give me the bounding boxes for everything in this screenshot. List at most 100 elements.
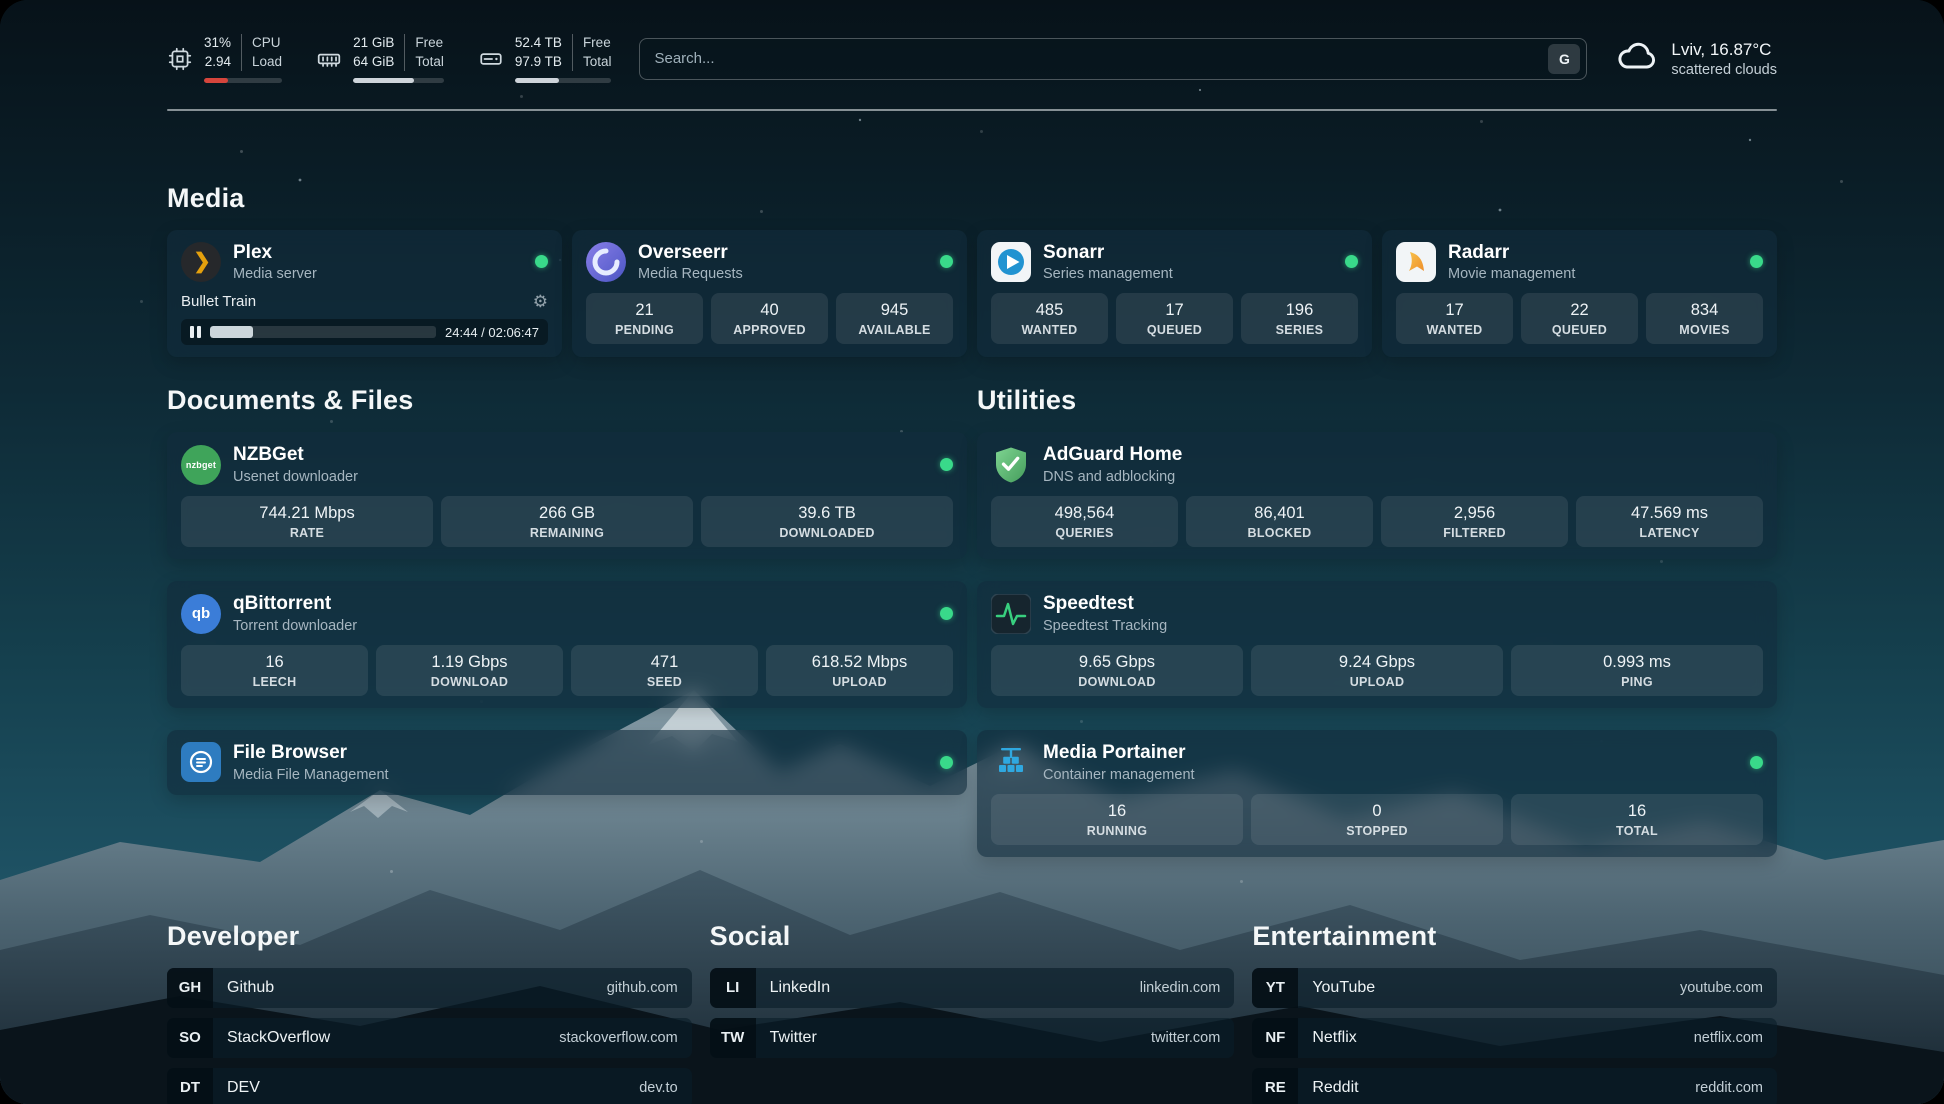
cpu-percent-label: CPU [252, 34, 281, 52]
section-title-social: Social [710, 921, 1235, 952]
stat-label: RATE [185, 526, 429, 540]
stat-label: TOTAL [1515, 824, 1759, 838]
stat-value: 17 [1400, 301, 1509, 320]
linkedin-icon: LI [710, 968, 756, 1008]
bookmark-name: Netflix [1312, 1029, 1356, 1047]
search-bar[interactable]: G [639, 38, 1587, 80]
search-engine-button[interactable]: G [1548, 44, 1580, 74]
stat-label: WANTED [995, 323, 1104, 337]
bookmark-youtube[interactable]: YT YouTube youtube.com [1252, 968, 1777, 1008]
app-description: Movie management [1448, 266, 1575, 282]
app-card-plex[interactable]: ❯ Plex Media server Bullet Train ⚙ [167, 230, 562, 358]
stat-value: 945 [840, 301, 949, 320]
sonarr-icon [991, 242, 1031, 282]
stat-box: 2,956 FILTERED [1381, 496, 1568, 547]
app-name: File Browser [233, 742, 389, 764]
app-card-speedtest[interactable]: Speedtest Speedtest Tracking 9.65 Gbps D… [977, 581, 1777, 708]
stat-value: 266 GB [445, 504, 689, 523]
app-card-overseerr[interactable]: Overseerr Media Requests 21 PENDING 40 A… [572, 230, 967, 358]
settings-gear-icon[interactable]: ⚙ [533, 293, 548, 310]
bookmark-netflix[interactable]: NF Netflix netflix.com [1252, 1018, 1777, 1058]
app-description: Media File Management [233, 767, 389, 783]
disk-icon [478, 46, 504, 72]
github-icon: GH [167, 968, 213, 1008]
overseerr-icon [586, 242, 626, 282]
bookmark-dev[interactable]: DT DEV dev.to [167, 1068, 692, 1104]
stat-value: 17 [1120, 301, 1229, 320]
app-card-filebrowser[interactable]: File Browser Media File Management [167, 730, 967, 795]
cpu-load-value: 2.94 [205, 53, 231, 71]
disk-free-value: 52.4 TB [515, 34, 562, 52]
stat-label: APPROVED [715, 323, 824, 337]
app-card-sonarr[interactable]: Sonarr Series management 485 WANTED 17 Q… [977, 230, 1372, 358]
header: 31% 2.94 CPU Load [167, 34, 1777, 83]
stat-label: STOPPED [1255, 824, 1499, 838]
pause-icon[interactable] [190, 326, 201, 338]
stat-box: 196 SERIES [1241, 293, 1358, 344]
bookmark-github[interactable]: GH Github github.com [167, 968, 692, 1008]
app-name: Overseerr [638, 242, 743, 264]
stat-label: FILTERED [1385, 526, 1564, 540]
stat-box: 16 RUNNING [991, 794, 1243, 845]
section-media: Media ❯ Plex Media server [167, 183, 1777, 358]
disk-meter [515, 78, 612, 83]
bookmark-url: linkedin.com [1140, 980, 1221, 996]
stat-box: 17 QUEUED [1116, 293, 1233, 344]
bookmark-reddit[interactable]: RE Reddit reddit.com [1252, 1068, 1777, 1104]
ram-total-value: 64 GiB [353, 53, 394, 71]
cpu-meter [204, 78, 282, 83]
nzbget-icon: nzbget [181, 445, 221, 485]
stat-value: 485 [995, 301, 1104, 320]
stat-label: DOWNLOADED [705, 526, 949, 540]
app-card-adguard[interactable]: AdGuard Home DNS and adblocking 498,564 … [977, 432, 1777, 559]
ram-meter-fill [353, 78, 414, 83]
stat-label: LATENCY [1580, 526, 1759, 540]
stat-box: 1.19 Gbps DOWNLOAD [376, 645, 563, 696]
status-dot [1750, 756, 1763, 769]
stat-label: LEECH [185, 675, 364, 689]
section-developer: Developer GH Github github.com SO StackO… [167, 921, 692, 1104]
bookmark-name: StackOverflow [227, 1029, 330, 1047]
search-input[interactable] [654, 50, 1548, 67]
app-name: AdGuard Home [1043, 444, 1182, 466]
stat-value: 0.993 ms [1515, 653, 1759, 672]
stat-value: 16 [995, 802, 1239, 821]
section-social: Social LI LinkedIn linkedin.com TW Twitt… [710, 921, 1235, 1058]
app-description: DNS and adblocking [1043, 469, 1182, 485]
portainer-icon [991, 742, 1031, 782]
bookmark-name: YouTube [1312, 979, 1375, 997]
stat-box: 86,401 BLOCKED [1186, 496, 1373, 547]
app-card-portainer[interactable]: Media Portainer Container management 16 … [977, 730, 1777, 857]
cpu-meter-fill [204, 78, 228, 83]
cpu-widget: 31% 2.94 CPU Load [167, 34, 282, 82]
stat-box: 945 AVAILABLE [836, 293, 953, 344]
bookmark-twitter[interactable]: TW Twitter twitter.com [710, 1018, 1235, 1058]
bookmark-linkedin[interactable]: LI LinkedIn linkedin.com [710, 968, 1235, 1008]
weather-condition: scattered clouds [1671, 62, 1777, 78]
app-card-nzbget[interactable]: nzbget NZBGet Usenet downloader 744.21 M… [167, 432, 967, 559]
stat-box: 471 SEED [571, 645, 758, 696]
stat-box: 17 WANTED [1396, 293, 1513, 344]
stat-box: 834 MOVIES [1646, 293, 1763, 344]
app-name: Radarr [1448, 242, 1575, 264]
status-dot [1345, 255, 1358, 268]
app-card-qbittorrent[interactable]: qb qBittorrent Torrent downloader 16 [167, 581, 967, 708]
ram-free-value: 21 GiB [353, 34, 394, 52]
bookmark-stackoverflow[interactable]: SO StackOverflow stackoverflow.com [167, 1018, 692, 1058]
disk-widget: 52.4 TB 97.9 TB Free Total [478, 34, 612, 82]
reddit-icon: RE [1252, 1068, 1298, 1104]
cpu-load-label: Load [252, 53, 282, 71]
stat-label: PING [1515, 675, 1759, 689]
ram-widget: 21 GiB 64 GiB Free Total [316, 34, 444, 82]
stat-box: 485 WANTED [991, 293, 1108, 344]
app-card-radarr[interactable]: Radarr Movie management 17 WANTED 22 QUE… [1382, 230, 1777, 358]
app-name: Media Portainer [1043, 742, 1195, 764]
netflix-icon: NF [1252, 1018, 1298, 1058]
stat-value: 16 [185, 653, 364, 672]
now-playing-title: Bullet Train [181, 293, 256, 310]
section-title-documents: Documents & Files [167, 385, 967, 416]
stat-value: 40 [715, 301, 824, 320]
stat-value: 2,956 [1385, 504, 1564, 523]
bookmark-url: netflix.com [1694, 1030, 1763, 1046]
bookmark-url: twitter.com [1151, 1030, 1220, 1046]
